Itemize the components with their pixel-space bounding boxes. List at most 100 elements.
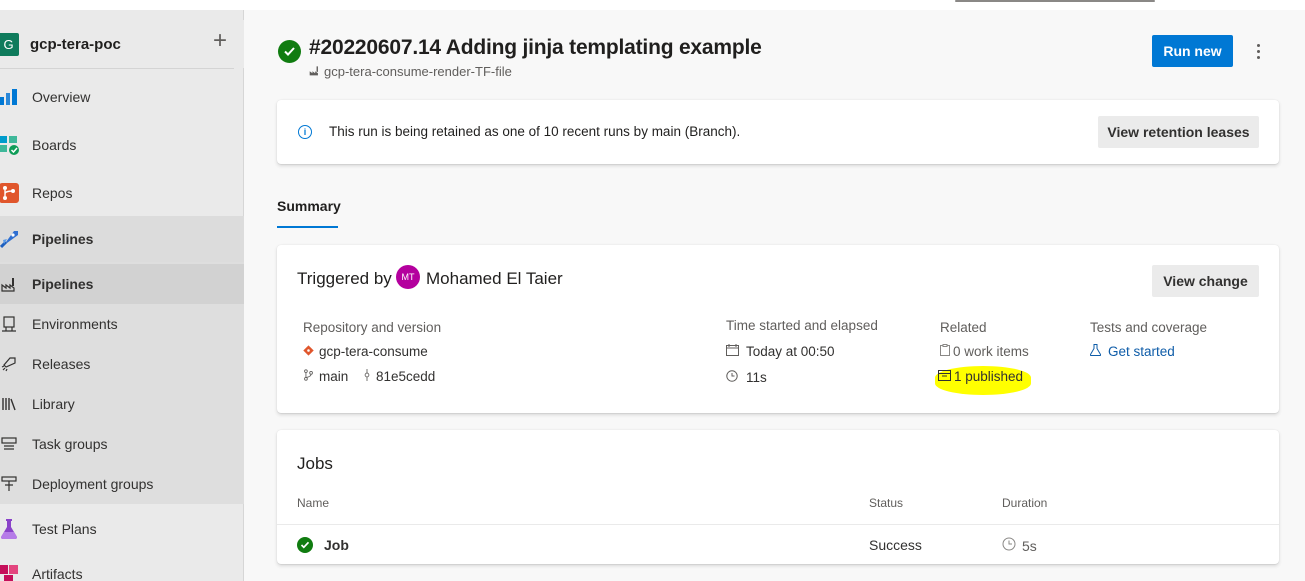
pipeline-link[interactable]: gcp-tera-consume-render-TF-file bbox=[309, 64, 512, 79]
sidebar-item-label: Boards bbox=[32, 137, 77, 153]
pipelines-sub-icon bbox=[0, 275, 18, 293]
sidebar-item-library[interactable]: Library bbox=[0, 384, 244, 424]
sidebar-item-test-plans[interactable]: Test Plans bbox=[0, 506, 244, 552]
retention-banner: i This run is being retained as one of 1… bbox=[277, 100, 1279, 164]
start-time-text: Today at 00:50 bbox=[746, 344, 835, 359]
pipeline-name: gcp-tera-consume-render-TF-file bbox=[324, 64, 512, 79]
job-duration: 5s bbox=[1002, 537, 1037, 554]
sidebar-item-task-groups[interactable]: Task groups bbox=[0, 424, 244, 464]
col-header-name: Name bbox=[297, 496, 330, 510]
repo-link[interactable]: gcp-tera-consume bbox=[303, 344, 428, 359]
sidebar-item-repos[interactable]: Repos bbox=[0, 170, 244, 216]
commit-hash: 81e5cedd bbox=[376, 369, 436, 384]
sidebar-item-pipelines-group[interactable]: Pipelines bbox=[0, 216, 244, 262]
sidebar-item-environments[interactable]: Environments bbox=[0, 304, 244, 344]
elapsed-text: 11s bbox=[746, 370, 767, 385]
flask-icon bbox=[1089, 344, 1102, 359]
commit-link[interactable]: 81e5cedd bbox=[363, 369, 435, 384]
rocket-icon bbox=[0, 355, 18, 373]
sidebar: G gcp-tera-poc + Overview Boards Repos P… bbox=[0, 10, 244, 581]
deployment-groups-icon bbox=[0, 475, 18, 493]
pipeline-icon bbox=[309, 64, 320, 79]
scroll-indicator bbox=[955, 0, 1155, 2]
job-name[interactable]: Job bbox=[324, 537, 349, 553]
sidebar-item-boards[interactable]: Boards bbox=[0, 122, 244, 168]
clipboard-icon bbox=[940, 344, 950, 359]
sidebar-item-pipelines[interactable]: Pipelines bbox=[0, 264, 244, 304]
published-text: 1 published bbox=[954, 369, 1024, 384]
success-check-icon bbox=[297, 537, 313, 553]
environments-icon bbox=[0, 315, 18, 333]
sidebar-item-label: Overview bbox=[32, 89, 91, 105]
library-icon bbox=[0, 395, 18, 413]
sidebar-item-label: Artifacts bbox=[32, 566, 83, 581]
job-duration-text: 5s bbox=[1022, 537, 1037, 554]
related-header: Related bbox=[940, 320, 987, 335]
run-title: #20220607.14 Adding jinja templating exa… bbox=[309, 36, 762, 59]
sidebar-item-artifacts[interactable]: Artifacts bbox=[0, 554, 244, 581]
work-items-link[interactable]: 0 work items bbox=[940, 344, 1029, 359]
sidebar-item-label: Repos bbox=[32, 185, 73, 201]
sidebar-item-label: Pipelines bbox=[32, 231, 94, 247]
repo-name: gcp-tera-consume bbox=[319, 344, 428, 359]
run-new-button[interactable]: Run new bbox=[1152, 35, 1233, 67]
sidebar-item-label: Library bbox=[32, 396, 75, 412]
triggered-by-label: Triggered by bbox=[297, 269, 392, 288]
sidebar-item-label: Pipelines bbox=[32, 276, 94, 292]
time-header: Time started and elapsed bbox=[726, 318, 878, 333]
summary-card: Triggered by MT Mohamed El Taier View ch… bbox=[277, 245, 1279, 413]
branch-name: main bbox=[319, 369, 349, 384]
view-retention-leases-button[interactable]: View retention leases bbox=[1098, 116, 1259, 148]
branch-link[interactable]: main bbox=[303, 369, 348, 384]
published-artifacts-link[interactable]: 1 published bbox=[938, 369, 1023, 384]
sidebar-item-label: Deployment groups bbox=[32, 476, 154, 492]
project-header[interactable]: G gcp-tera-poc + bbox=[0, 20, 244, 68]
pipelines-icon bbox=[0, 228, 20, 250]
project-name[interactable]: gcp-tera-poc bbox=[30, 36, 121, 53]
tab-summary[interactable]: Summary bbox=[277, 198, 341, 214]
jobs-title: Jobs bbox=[297, 454, 333, 473]
get-started-link[interactable]: Get started bbox=[1089, 344, 1175, 359]
get-started-text: Get started bbox=[1108, 344, 1175, 359]
add-icon[interactable]: + bbox=[210, 29, 230, 53]
calendar-icon bbox=[726, 344, 739, 359]
divider bbox=[0, 68, 234, 69]
clock-icon bbox=[726, 370, 738, 385]
more-actions-icon[interactable] bbox=[1248, 38, 1268, 64]
trigger-user-name: Mohamed El Taier bbox=[426, 269, 563, 288]
jobs-card: Jobs Name Status Duration Job Success 5s bbox=[277, 430, 1279, 564]
view-change-button[interactable]: View change bbox=[1152, 265, 1259, 297]
artifacts-icon bbox=[0, 563, 20, 581]
work-items-text: 0 work items bbox=[953, 344, 1029, 359]
clock-icon bbox=[1002, 537, 1016, 554]
sidebar-item-label: Task groups bbox=[32, 436, 108, 452]
col-header-duration: Duration bbox=[1002, 496, 1048, 510]
commit-icon bbox=[363, 369, 371, 384]
sidebar-item-label: Test Plans bbox=[32, 521, 97, 537]
retention-message: This run is being retained as one of 10 … bbox=[329, 124, 741, 139]
overview-icon bbox=[0, 86, 20, 108]
success-check-icon bbox=[278, 40, 301, 63]
repos-icon bbox=[0, 182, 20, 204]
tests-header: Tests and coverage bbox=[1090, 320, 1208, 335]
boards-icon bbox=[0, 134, 20, 156]
repo-header: Repository and version bbox=[303, 320, 442, 335]
sidebar-item-label: Environments bbox=[32, 316, 118, 332]
sidebar-item-releases[interactable]: Releases bbox=[0, 344, 244, 384]
start-time: Today at 00:50 bbox=[726, 344, 835, 359]
project-avatar: G bbox=[0, 32, 19, 56]
branch-icon bbox=[303, 369, 314, 384]
top-strip bbox=[0, 0, 1305, 10]
sidebar-item-label: Releases bbox=[32, 356, 91, 372]
sidebar-item-deployment-groups[interactable]: Deployment groups bbox=[0, 464, 244, 504]
sidebar-item-overview[interactable]: Overview bbox=[0, 74, 244, 120]
test-plans-icon bbox=[0, 518, 20, 540]
task-groups-icon bbox=[0, 435, 18, 453]
divider bbox=[277, 524, 1279, 525]
job-status: Success bbox=[869, 537, 922, 553]
info-icon: i bbox=[298, 125, 312, 139]
col-header-status: Status bbox=[869, 496, 904, 510]
avatar: MT bbox=[396, 265, 420, 289]
artifact-package-icon bbox=[938, 369, 951, 384]
tab-underline bbox=[277, 226, 338, 228]
